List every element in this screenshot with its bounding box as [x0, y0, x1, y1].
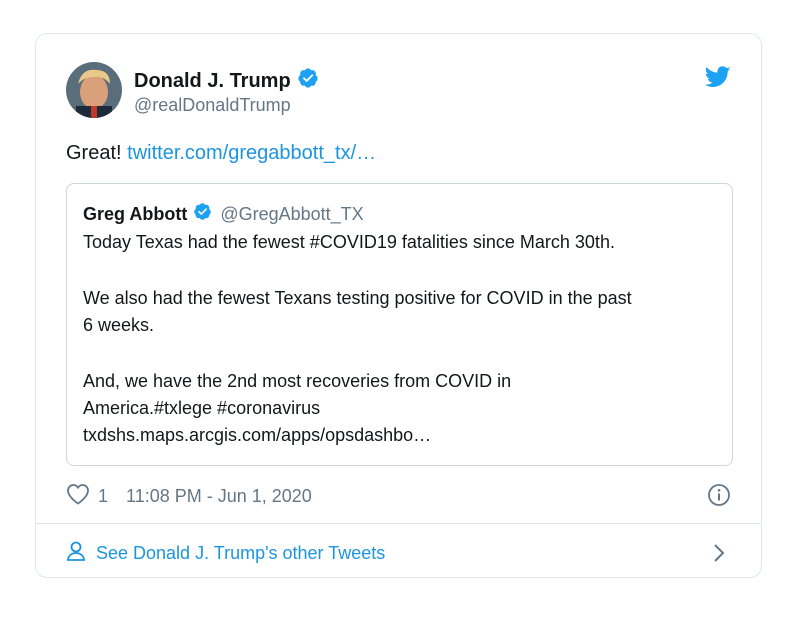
info-icon[interactable] [707, 483, 731, 512]
embedded-tweet-card: Donald J. Trump @realDonaldTrump Great! … [35, 33, 762, 578]
quoted-text-line: Today Texas had the fewest #COVID19 fata… [83, 232, 615, 252]
heart-icon[interactable] [66, 483, 90, 510]
avatar[interactable] [66, 62, 122, 118]
timestamp[interactable]: 11:08 PM - Jun 1, 2020 [126, 486, 312, 507]
quoted-text-line: And, we have the 2nd most recoveries fro… [83, 371, 512, 391]
quoted-text-line: America.#txlege #coronavirus [83, 398, 321, 418]
quoted-author-name: Greg Abbott [83, 203, 188, 224]
like-count: 1 [98, 486, 109, 506]
twitter-bird-icon[interactable] [704, 66, 731, 93]
divider [36, 523, 761, 524]
chevron-right-icon[interactable] [713, 543, 725, 568]
see-other-tweets-link[interactable]: See Donald J. Trump's other Tweets [66, 540, 385, 567]
quoted-text-line: We also had the fewest Texans testing po… [83, 288, 632, 308]
author-name-text[interactable]: Donald J. Trump [134, 70, 291, 93]
author-name[interactable]: Donald J. Trump [134, 67, 319, 95]
tweet-link[interactable]: twitter.com/gregabbott_tx/… [127, 142, 376, 164]
tweet-text: Great! twitter.com/gregabbott_tx/… [66, 142, 376, 165]
quoted-link[interactable]: txdshs.maps.arcgis.com/apps/opsdashbo… [83, 425, 431, 446]
quoted-tweet[interactable]: Greg Abbott @GregAbbott_TX Today Texas h… [66, 183, 733, 466]
tweet-meta: 1 11:08 PM - Jun 1, 2020 [66, 483, 312, 510]
quoted-header: Greg Abbott @GregAbbott_TX [83, 202, 364, 226]
verified-icon [297, 67, 319, 95]
author-handle[interactable]: @realDonaldTrump [134, 95, 291, 116]
verified-icon [193, 202, 212, 226]
person-icon [66, 540, 86, 567]
quoted-text-line: 6 weeks. [83, 315, 155, 335]
quoted-author-handle: @GregAbbott_TX [220, 203, 364, 224]
tweet-body: Great! [66, 142, 122, 164]
see-other-tweets-label[interactable]: See Donald J. Trump's other Tweets [96, 543, 385, 564]
